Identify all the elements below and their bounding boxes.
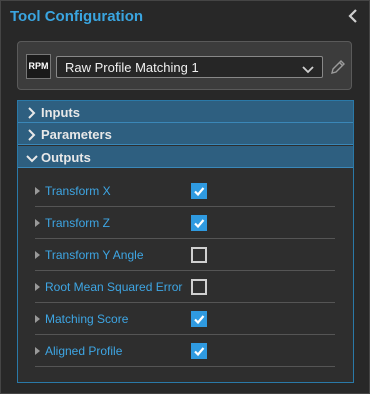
collapse-chevron-icon[interactable]	[345, 7, 361, 25]
checkmark-icon	[194, 219, 205, 229]
section-header-parameters[interactable]: Parameters	[18, 123, 353, 145]
section-label: Parameters	[41, 127, 112, 142]
panel-title: Tool Configuration	[10, 8, 144, 25]
checkmark-icon	[194, 347, 205, 357]
output-label[interactable]: Transform Z	[45, 216, 110, 230]
output-label[interactable]: Transform X	[45, 184, 111, 198]
expand-triangle-icon[interactable]	[35, 283, 40, 291]
expand-triangle-icon[interactable]	[35, 347, 40, 355]
chevron-down-icon	[302, 62, 314, 80]
pencil-icon[interactable]	[329, 58, 347, 76]
output-row-transform-z: Transform Z	[35, 207, 335, 239]
section-header-inputs[interactable]: Inputs	[18, 101, 353, 123]
expand-triangle-icon[interactable]	[35, 187, 40, 195]
section-label: Inputs	[41, 105, 80, 120]
chevron-down-icon	[26, 151, 38, 169]
chevron-right-icon	[26, 106, 36, 124]
output-checkbox[interactable]	[191, 343, 207, 359]
output-label[interactable]: Transform Y Angle	[45, 248, 144, 262]
checkmark-icon	[194, 187, 205, 197]
output-label[interactable]: Matching Score	[45, 312, 128, 326]
output-checkbox[interactable]	[191, 279, 207, 295]
tool-dropdown[interactable]: Raw Profile Matching 1	[56, 56, 323, 78]
checkmark-icon	[194, 315, 205, 325]
output-label[interactable]: Root Mean Squared Error	[45, 280, 182, 294]
output-checkbox[interactable]	[191, 183, 207, 199]
sections-panel: Inputs Parameters Outputs Transform X Tr…	[17, 100, 354, 383]
chevron-right-icon	[26, 128, 36, 146]
section-label: Outputs	[41, 150, 91, 165]
output-checkbox[interactable]	[191, 311, 207, 327]
expand-triangle-icon[interactable]	[35, 219, 40, 227]
tool-dropdown-value: Raw Profile Matching 1	[65, 60, 199, 75]
output-label[interactable]: Aligned Profile	[45, 344, 122, 358]
expand-triangle-icon[interactable]	[35, 251, 40, 259]
output-row-transform-y-angle: Transform Y Angle	[35, 239, 335, 271]
expand-triangle-icon[interactable]	[35, 315, 40, 323]
section-header-outputs[interactable]: Outputs	[18, 146, 353, 168]
tool-configuration-panel: Tool Configuration RPM Raw Profile Match…	[0, 0, 370, 394]
output-row-matching-score: Matching Score	[35, 303, 335, 335]
output-row-aligned-profile: Aligned Profile	[35, 335, 335, 367]
output-checkbox[interactable]	[191, 215, 207, 231]
tool-type-icon: RPM	[26, 54, 51, 79]
output-row-transform-x: Transform X	[35, 175, 335, 207]
tool-selector-box: RPM Raw Profile Matching 1	[17, 41, 352, 90]
output-checkbox[interactable]	[191, 247, 207, 263]
output-row-root-mean-squared-error: Root Mean Squared Error	[35, 271, 335, 303]
